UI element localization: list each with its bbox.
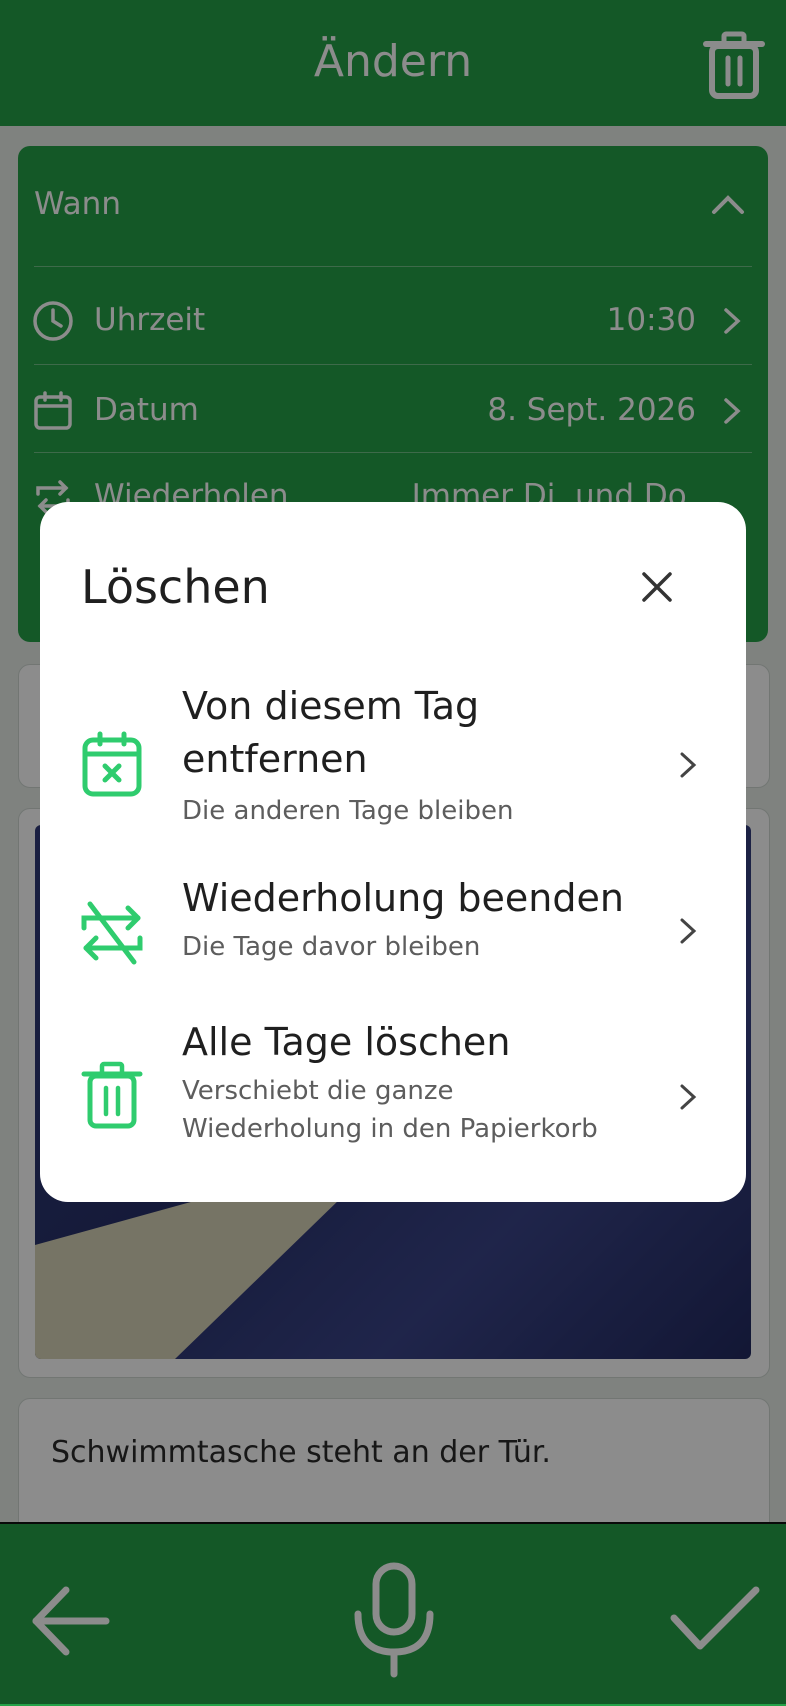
option-title: Von diesem Tag: [182, 684, 480, 728]
option-subtitle: Verschiebt die ganze: [182, 1076, 454, 1106]
repeat-off-icon: [81, 901, 143, 965]
chevron-right-icon: [680, 1084, 697, 1110]
delete-dialog: Löschen Von diesem Tag entfernen Die and…: [40, 502, 746, 1202]
option-delete-all-days[interactable]: Alle Tage löschen Verschiebt die ganze W…: [40, 1020, 746, 1182]
option-subtitle: Die Tage davor bleiben: [182, 932, 481, 962]
option-title: Wiederholung beenden: [182, 876, 624, 920]
chevron-right-icon: [680, 918, 697, 944]
trash-icon: [81, 1061, 143, 1129]
option-remove-this-day[interactable]: Von diesem Tag entfernen Die anderen Tag…: [40, 682, 746, 842]
option-subtitle: Wiederholung in den Papierkorb: [182, 1114, 598, 1144]
option-end-repeat[interactable]: Wiederholung beenden Die Tage davor blei…: [40, 876, 746, 988]
option-subtitle: Die anderen Tage bleiben: [182, 796, 514, 826]
dialog-title: Löschen: [81, 560, 270, 614]
option-title: Alle Tage löschen: [182, 1020, 511, 1064]
chevron-right-icon: [680, 752, 697, 778]
calendar-x-icon: [82, 731, 142, 797]
close-icon[interactable]: [636, 566, 678, 608]
option-title: entfernen: [182, 737, 368, 781]
